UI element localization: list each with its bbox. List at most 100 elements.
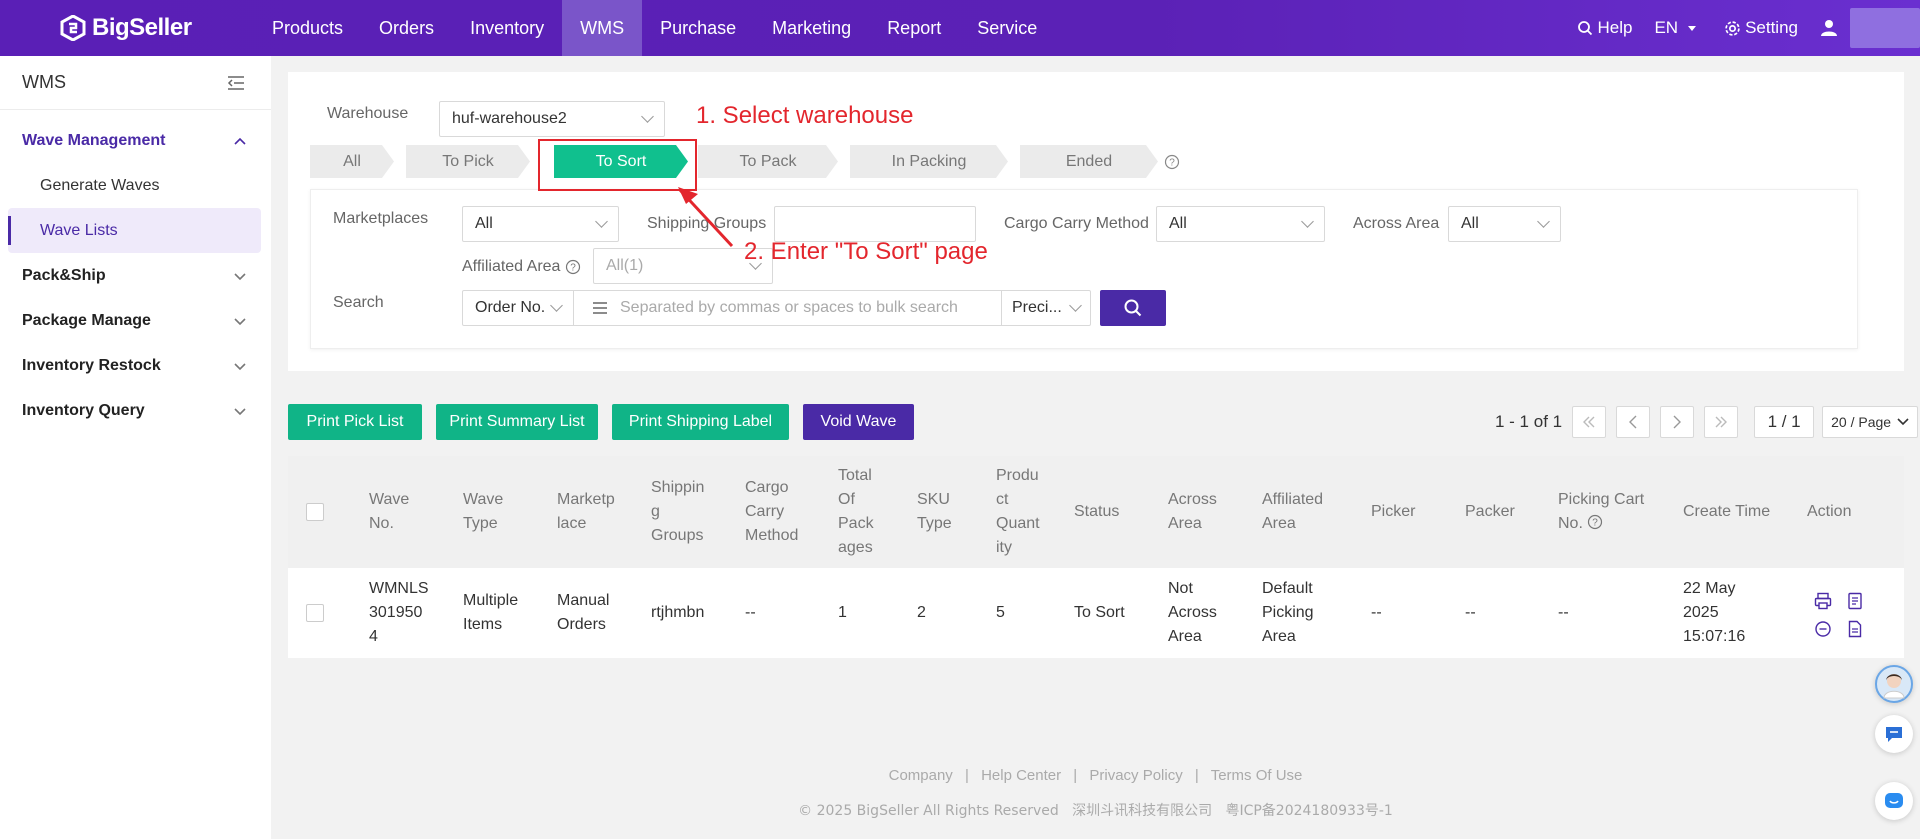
document-icon[interactable] <box>1846 620 1864 638</box>
nav-products[interactable]: Products <box>254 0 361 56</box>
collapse-menu-icon[interactable] <box>227 75 245 91</box>
setting-link[interactable]: Setting <box>1724 18 1798 38</box>
cell-shipping-groups: rtjhmbn <box>651 604 705 621</box>
support-avatar-button[interactable] <box>1875 665 1913 703</box>
shipping-groups-input[interactable] <box>774 206 976 242</box>
search-field-select[interactable]: Order No. <box>462 290 574 326</box>
chevron-up-icon <box>234 137 246 145</box>
print-pick-list-button[interactable]: Print Pick List <box>288 404 422 440</box>
page-input[interactable]: 1 / 1 <box>1754 406 1815 438</box>
footer-separator: | <box>964 767 969 784</box>
sidebar-group-inventory-restock[interactable]: Inventory Restock <box>0 343 271 388</box>
cell-packer: -- <box>1465 604 1476 621</box>
nav-inventory[interactable]: Inventory <box>452 0 562 56</box>
tab-to-pack[interactable]: To Pack <box>698 145 838 178</box>
nav-marketing[interactable]: Marketing <box>754 0 869 56</box>
cell-marketplace: Manual Orders <box>557 592 610 633</box>
search-button[interactable] <box>1100 290 1166 326</box>
void-wave-button[interactable]: Void Wave <box>803 404 914 440</box>
double-chevron-left-icon <box>1583 416 1595 428</box>
footer-link-terms-of-use[interactable]: Terms Of Use <box>1211 767 1303 784</box>
marketplaces-select[interactable]: All <box>462 206 619 242</box>
nav-report[interactable]: Report <box>869 0 959 56</box>
col-sku-type: SKU Type <box>917 491 952 532</box>
nav-purchase[interactable]: Purchase <box>642 0 754 56</box>
footer-separator: | <box>1073 767 1078 784</box>
sidebar-group-pack-ship[interactable]: Pack&Ship <box>0 253 271 298</box>
language-select[interactable]: EN <box>1654 18 1702 38</box>
double-chevron-right-icon <box>1715 416 1728 428</box>
feedback-button[interactable] <box>1875 715 1913 753</box>
cell-product-quantity: 5 <box>996 604 1005 621</box>
assistant-button[interactable] <box>1875 782 1913 820</box>
sidebar-item-wave-lists[interactable]: Wave Lists <box>8 208 261 253</box>
footer-separator: | <box>1194 767 1199 784</box>
cell-sku-type: 2 <box>917 604 926 621</box>
help-circle-icon[interactable]: ? <box>565 259 581 275</box>
chevron-down-icon <box>234 362 246 370</box>
user-menu[interactable] <box>1820 19 1842 37</box>
col-status: Status <box>1074 503 1120 520</box>
bigseller-logo[interactable]: BigSeller <box>60 13 192 43</box>
sidebar-group-package-manage[interactable]: Package Manage <box>0 298 271 343</box>
footer-link-help-center[interactable]: Help Center <box>981 767 1061 784</box>
pick-list-icon[interactable] <box>1846 592 1864 610</box>
nav-service[interactable]: Service <box>959 0 1055 56</box>
page-size-select[interactable]: 20 / Page <box>1822 406 1919 438</box>
col-packer: Packer <box>1465 503 1515 520</box>
cell-wave-no[interactable]: WMNLS 301950 4 <box>369 568 433 658</box>
tab-in-packing[interactable]: In Packing <box>850 145 1008 178</box>
across-area-select[interactable]: All <box>1448 206 1561 242</box>
chevron-down-icon <box>1301 215 1314 228</box>
cell-wave-type: Multiple Items <box>463 592 519 633</box>
sidebar-group-wave-management[interactable]: Wave Management <box>0 118 271 163</box>
print-icon[interactable] <box>1814 592 1832 610</box>
next-page-button[interactable] <box>1660 406 1695 438</box>
help-link[interactable]: Help <box>1577 18 1632 38</box>
search-icon <box>1578 21 1593 36</box>
void-circle-icon[interactable] <box>1814 620 1832 638</box>
help-circle-icon[interactable]: ? <box>1587 514 1603 530</box>
pagination: 1 - 1 of 1 1 / 1 20 / Page <box>1495 404 1919 440</box>
chat-icon <box>1886 727 1902 742</box>
chevron-down-icon <box>550 299 563 312</box>
nav-wms[interactable]: WMS <box>562 0 643 56</box>
select-all-checkbox[interactable] <box>306 503 324 521</box>
help-label: Help <box>1597 18 1633 37</box>
tab-all[interactable]: All <box>310 145 394 178</box>
warehouse-value: huf-warehouse2 <box>452 110 567 127</box>
tab-ended[interactable]: Ended <box>1020 145 1158 178</box>
search-mode-select[interactable]: Preci... <box>1001 290 1091 326</box>
row-checkbox[interactable] <box>306 604 324 622</box>
search-input[interactable]: Separated by commas or spaces to bulk se… <box>573 290 1002 326</box>
warehouse-select[interactable]: huf-warehouse2 <box>439 101 665 137</box>
setting-label: Setting <box>1745 18 1798 37</box>
tab-to-pick[interactable]: To Pick <box>406 145 530 178</box>
prev-page-button[interactable] <box>1616 406 1651 438</box>
col-picking-cart: Picking Cart No. ? <box>1558 456 1654 568</box>
chevron-down-icon <box>1069 299 1082 312</box>
warehouse-label: Warehouse <box>327 105 409 122</box>
annotation-step2: 2. Enter "To Sort" page <box>744 238 988 265</box>
col-wave-no: Wave No. <box>369 491 410 532</box>
footer-link-company[interactable]: Company <box>889 767 953 784</box>
cargo-carry-method-select[interactable]: All <box>1156 206 1325 242</box>
col-product-quantity: Produ ct Quant ity <box>996 467 1040 556</box>
last-page-button[interactable] <box>1704 406 1739 438</box>
chevron-right-icon <box>1673 415 1682 429</box>
nav-orders[interactable]: Orders <box>361 0 452 56</box>
sidebar-group-inventory-query[interactable]: Inventory Query <box>0 388 271 433</box>
first-page-button[interactable] <box>1572 406 1607 438</box>
sidebar-group-label: Inventory Query <box>22 401 145 419</box>
affiliated-area-value: All(1) <box>606 257 644 274</box>
footer-link-privacy-policy[interactable]: Privacy Policy <box>1089 767 1182 784</box>
chevron-down-icon <box>234 407 246 415</box>
cell-affiliated-area: Default Picking Area <box>1262 580 1314 645</box>
cell-across-area: Not Across Area <box>1168 580 1217 645</box>
print-summary-list-button[interactable]: Print Summary List <box>436 404 598 440</box>
select-all-checkbox-cell <box>306 456 324 568</box>
user-account-block[interactable] <box>1850 8 1920 48</box>
print-shipping-label-button[interactable]: Print Shipping Label <box>612 404 789 440</box>
sidebar-item-generate-waves[interactable]: Generate Waves <box>0 163 271 208</box>
help-circle-icon[interactable]: ? <box>1164 154 1180 170</box>
